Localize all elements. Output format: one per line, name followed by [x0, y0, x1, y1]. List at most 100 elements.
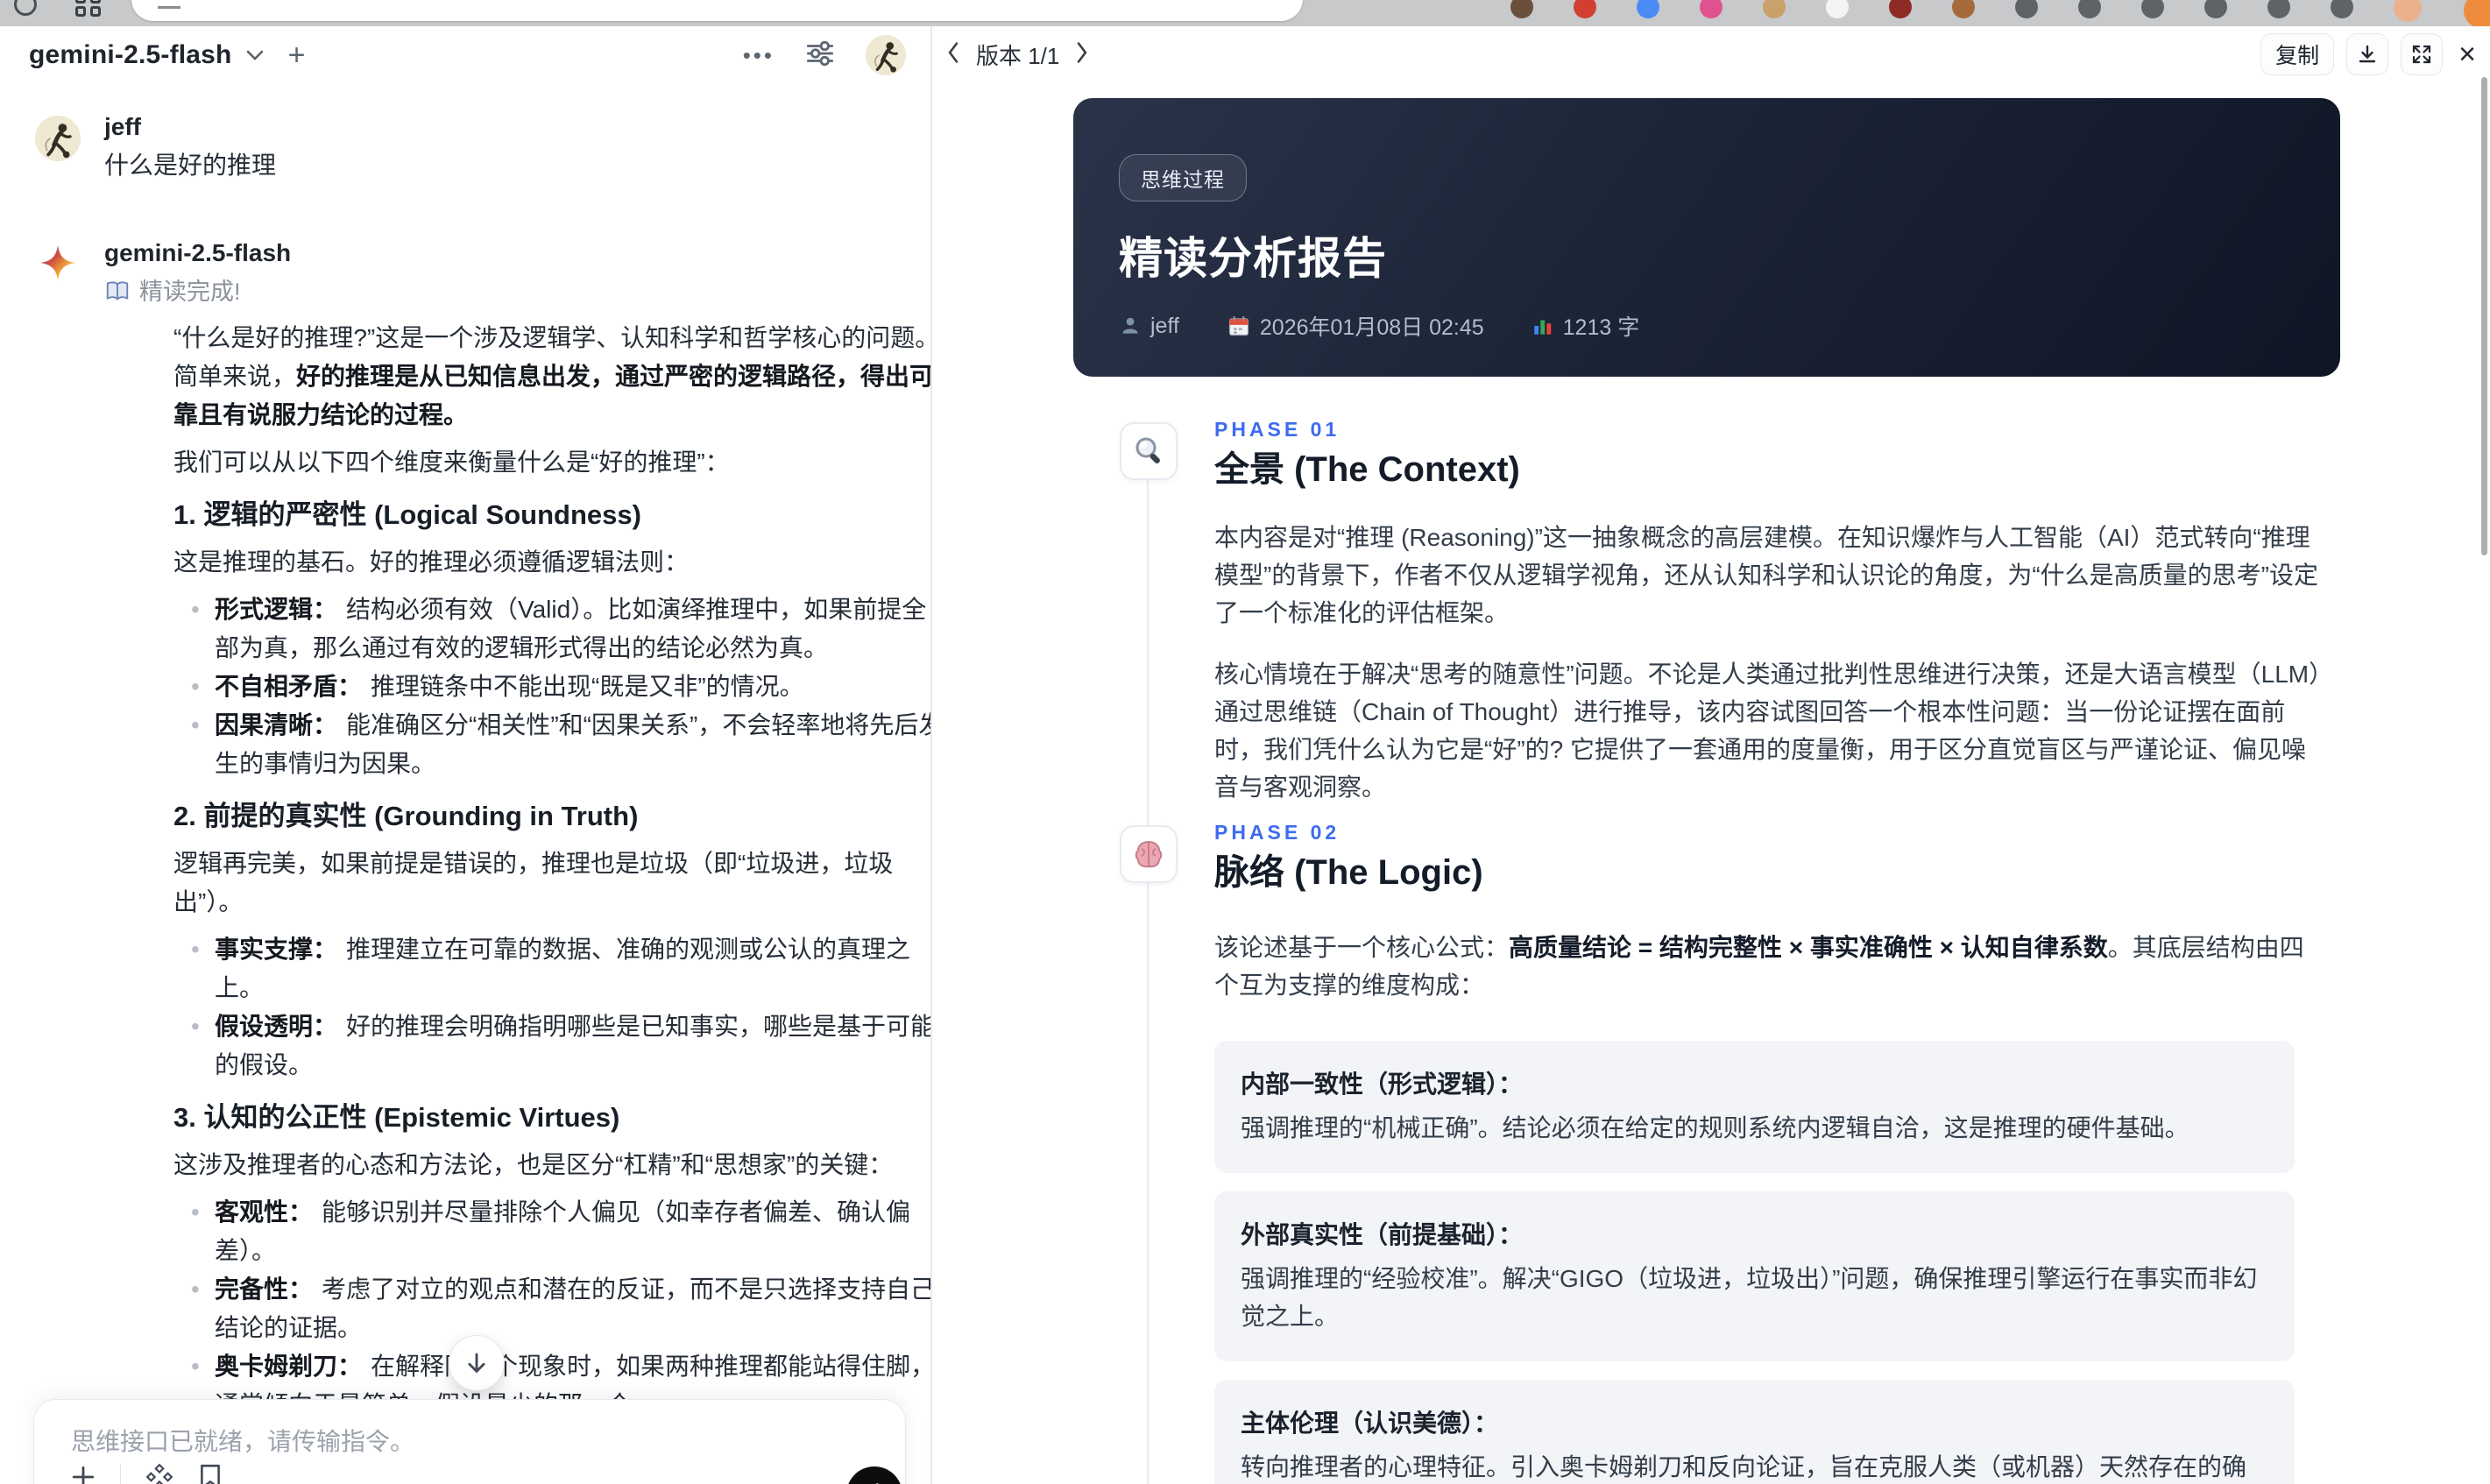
copy-button[interactable]: 复制	[2260, 33, 2335, 75]
user-name: jeff	[104, 113, 141, 140]
model-title[interactable]: gemini-2.5-flash	[29, 40, 232, 70]
chat-header: gemini-2.5-flash + •••	[0, 26, 930, 84]
report-title: 精读分析报告	[1119, 234, 1387, 283]
word-count-meta: 1213 字	[1531, 310, 1639, 342]
artifact-toolbar: 复制 ×	[2260, 33, 2479, 75]
book-icon	[106, 281, 129, 300]
download-button[interactable]	[2346, 33, 2389, 75]
bar-chart-icon	[1533, 320, 1551, 335]
settings-sliders-icon[interactable]	[804, 38, 836, 74]
calendar-icon	[1228, 315, 1249, 336]
logic-box-external-truth: 外部真实性（前提基础）： 强调推理的“经验校准”。解决“GIGO（垃圾进，垃圾出…	[1214, 1191, 2295, 1361]
browser-avatar-icon[interactable]	[2394, 0, 2422, 22]
section-list-3: 客观性：能够识别并尽量排除个人偏见（如幸存者偏差、确认偏差）。 完备性：考虑了对…	[173, 1193, 930, 1424]
composer-placeholder[interactable]: 思维接口已就绪，请传输指令。	[71, 1424, 414, 1459]
voice-input-button[interactable]	[846, 1466, 902, 1484]
list-item: 假设透明：好的推理会明确指明哪些是已知事实，哪些是基于可能的假设。	[173, 1007, 930, 1085]
extension-icon[interactable]	[2141, 0, 2164, 18]
extension-icon[interactable]	[1889, 0, 1912, 18]
phase-1-section: PHASE 01 全景 (The Context) 本内容是对“推理 (Reas…	[1120, 417, 2382, 830]
section-list-1: 形式逻辑：结构必须有效（Valid）。比如演绎推理中，如果前提全部为真，那么通过…	[173, 590, 930, 783]
intro-paragraph: “什么是好的推理?”这是一个涉及逻辑学、认知科学和哲学核心的问题。简单来说，好的…	[173, 324, 930, 428]
artifact-panel: 版本 1/1 复制 × 思维过程 精读分析报告 jeff 2026年01月08日…	[932, 26, 2490, 1484]
extension-icon[interactable]	[1826, 0, 1849, 18]
expand-icon	[2413, 45, 2431, 64]
user-avatar[interactable]	[866, 35, 906, 75]
skills-diamond-icon[interactable]	[145, 1463, 173, 1484]
logic-box-internal-consistency: 内部一致性（形式逻辑）： 强调推理的“机械正确”。结论必须在给定的规则系统内逻辑…	[1214, 1041, 2295, 1173]
user-message: jeff 什么是好的推理	[35, 110, 879, 184]
extension-icon[interactable]	[2078, 0, 2101, 18]
gemini-star-icon	[39, 244, 77, 282]
list-item: 事实支撑：推理建立在可靠的数据、准确的观测或公认的真理之上。	[173, 930, 930, 1007]
extension-icon[interactable]	[1510, 0, 1533, 18]
tools-divider	[120, 1463, 121, 1484]
extension-icon[interactable]	[2204, 0, 2227, 18]
section-lead-3: 这涉及推理者的心态和方法论，也是区分“杠精”和“思想家”的关键：	[173, 1151, 894, 1178]
close-panel-button[interactable]: ×	[2455, 38, 2479, 72]
phase-title: 全景 (The Context)	[1214, 450, 1520, 489]
section-heading-1: 1. 逻辑的严密性 (Logical Soundness)	[173, 499, 641, 530]
download-icon	[2359, 45, 2376, 63]
screen: gemini-2.5-flash + ••• jeff 什么是好的推理 gemi…	[0, 0, 2490, 1484]
extension-icon[interactable]	[1763, 0, 1786, 18]
version-next-icon[interactable]	[1075, 41, 1089, 68]
section-lead-1: 这是推理的基石。好的推理必须遵循逻辑法则：	[173, 548, 690, 576]
list-item: 完备性：考虑了对立的观点和潜在的反证，而不是只选择支持自己结论的证据。	[173, 1270, 930, 1347]
list-item: 因果清晰：能准确区分“相关性”和“因果关系”，不会轻率地将先后发生的事情归为因果…	[173, 706, 930, 783]
address-bar[interactable]	[131, 0, 1303, 21]
artifact-header: 版本 1/1 复制 ×	[932, 26, 2490, 82]
bookmark-icon[interactable]	[198, 1463, 223, 1484]
list-item: 不自相矛盾：推理链条中不能出现“既是又非”的情况。	[173, 668, 930, 706]
extension-icon[interactable]	[2331, 0, 2353, 18]
person-icon	[1122, 317, 1138, 334]
chevron-down-icon[interactable]	[244, 48, 265, 62]
browser-chrome	[0, 0, 2490, 26]
list-item: 客观性：能够识别并尽量排除个人偏见（如幸存者偏差、确认偏差）。	[173, 1193, 930, 1270]
scroll-to-bottom-button[interactable]	[449, 1335, 505, 1391]
phase-title: 脉络 (The Logic)	[1214, 853, 1483, 892]
assistant-status: 精读完成!	[104, 277, 879, 307]
extension-icon[interactable]	[1700, 0, 1722, 18]
phase-label: PHASE 01	[1214, 418, 1340, 441]
extension-icon[interactable]	[1952, 0, 1975, 18]
author-meta: jeff	[1119, 314, 1179, 339]
extension-icon[interactable]	[1574, 0, 1596, 18]
browser-grid-icon[interactable]	[75, 0, 102, 17]
composer-tools	[71, 1463, 223, 1484]
assistant-status-text: 精读完成!	[139, 279, 241, 305]
extension-icons[interactable]	[1510, 0, 2422, 22]
new-chat-button[interactable]: +	[288, 40, 306, 70]
version-label: 版本 1/1	[976, 42, 1060, 69]
browser-profile-blob[interactable]	[2464, 0, 2490, 26]
panel-scrollbar[interactable]	[2481, 77, 2487, 555]
extension-icon[interactable]	[2267, 0, 2290, 18]
phase-paragraph: 核心情境在于解决“思考的随意性”问题。不论是人类通过批判性思维进行决策，还是大语…	[1214, 661, 2322, 801]
assistant-name: gemini-2.5-flash	[104, 239, 292, 266]
extension-icon[interactable]	[1637, 0, 1659, 18]
composer[interactable]: 思维接口已就绪，请传输指令。	[33, 1399, 906, 1484]
phase-2-section: PHASE 02 脉络 (The Logic) 该论述基于一个核心公式：高质量结…	[1120, 820, 2382, 1484]
user-message-text: 什么是好的推理	[104, 152, 277, 179]
phase-label: PHASE 02	[1214, 821, 1340, 844]
attach-plus-icon[interactable]	[71, 1465, 95, 1484]
brain-icon	[1120, 825, 1178, 883]
arrow-down-icon	[468, 1353, 485, 1374]
more-menu-icon[interactable]: •••	[743, 42, 775, 69]
chat-panel: gemini-2.5-flash + ••• jeff 什么是好的推理 gemi…	[0, 26, 930, 1484]
waveform-icon	[875, 1483, 879, 1484]
core-formula: 该论述基于一个核心公式：高质量结论 = 结构完整性 × 事实准确性 × 认知自律…	[1214, 934, 2304, 999]
phase-paragraph: 本内容是对“推理 (Reasoning)”这一抽象概念的高层建模。在知识爆炸与人…	[1214, 524, 2318, 626]
list-item: 形式逻辑：结构必须有效（Valid）。比如演绎推理中，如果前提全部为真，那么通过…	[173, 590, 930, 668]
expand-button[interactable]	[2401, 33, 2444, 75]
browser-reload-icon[interactable]	[14, 0, 37, 16]
version-prev-icon[interactable]	[946, 41, 960, 68]
section-lead-2: 逻辑再完美，如果前提是错误的，推理也是垃圾（即“垃圾进，垃圾出”）。	[173, 850, 894, 915]
section-heading-2: 2. 前提的真实性 (Grounding in Truth)	[173, 801, 639, 831]
report-hero-card: 思维过程 精读分析报告 jeff 2026年01月08日 02:45 1213 …	[1073, 98, 2340, 377]
version-nav: 版本 1/1	[946, 26, 1089, 82]
user-avatar	[35, 116, 81, 161]
logic-boxes: 内部一致性（形式逻辑）： 强调推理的“机械正确”。结论必须在给定的规则系统内逻辑…	[1214, 1041, 2295, 1484]
extension-icon[interactable]	[2015, 0, 2038, 18]
address-menu-icon[interactable]	[158, 0, 180, 9]
